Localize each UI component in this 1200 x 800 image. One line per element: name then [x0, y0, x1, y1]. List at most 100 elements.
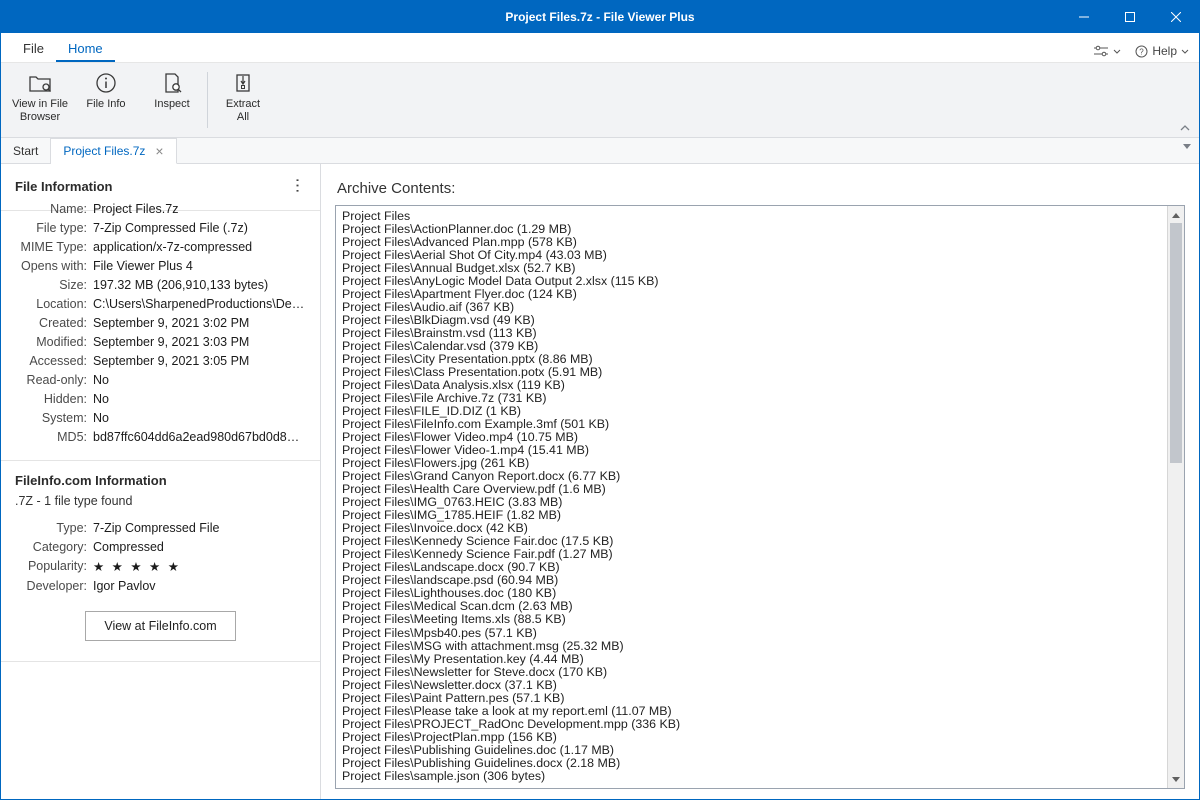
- view-in-file-browser-button[interactable]: View in File Browser: [7, 65, 73, 135]
- info-label: Created:: [15, 316, 93, 330]
- info-value: No: [93, 392, 306, 406]
- info-value: September 9, 2021 3:02 PM: [93, 316, 306, 330]
- file-information-rows: Name:Project Files.7z File type:7-Zip Com…: [1, 199, 320, 461]
- info-label: Opens with:: [15, 259, 93, 273]
- chevron-down-icon: [1113, 49, 1121, 54]
- info-value: File Viewer Plus 4: [93, 259, 306, 273]
- info-label: Developer:: [15, 579, 93, 593]
- info-row: MD5:bd87ffc604dd6a2ead980d67bd0d894b: [15, 427, 306, 446]
- menubar: File Home ? Help: [1, 33, 1199, 63]
- content-area: File Information ⋯ Name:Project Files.7z…: [1, 164, 1199, 799]
- archive-line: Project Files\ProjectPlan.mpp (156 KB): [342, 731, 1161, 744]
- info-row: Created:September 9, 2021 3:02 PM: [15, 313, 306, 332]
- settings-sliders-icon: [1093, 45, 1109, 57]
- info-value: September 9, 2021 3:05 PM: [93, 354, 306, 368]
- info-label: MIME Type:: [15, 240, 93, 254]
- file-info-button[interactable]: File Info: [73, 65, 139, 135]
- window-title: Project Files.7z - File Viewer Plus: [505, 10, 694, 24]
- info-value: application/x-7z-compressed: [93, 240, 306, 254]
- info-row: Developer:Igor Pavlov: [15, 576, 306, 595]
- svg-text:?: ?: [1140, 47, 1145, 56]
- ribbon-label: Inspect: [154, 98, 189, 111]
- info-row: Opens with:File Viewer Plus 4: [15, 256, 306, 275]
- scrollbar-down-button[interactable]: [1168, 771, 1184, 788]
- extract-all-button[interactable]: Extract All: [210, 65, 276, 135]
- caret-down-icon: [1183, 144, 1191, 150]
- info-label: Name:: [15, 202, 93, 216]
- info-value: No: [93, 411, 306, 425]
- info-value: September 9, 2021 3:03 PM: [93, 335, 306, 349]
- info-row: Size:197.32 MB (206,910,133 bytes): [15, 275, 306, 294]
- close-icon: [1171, 12, 1181, 22]
- inspect-button[interactable]: Inspect: [139, 65, 205, 135]
- fileinfo-com-rows: Type:7-Zip Compressed FileCategory:Compr…: [15, 518, 306, 595]
- maximize-button[interactable]: [1107, 1, 1153, 33]
- file-information-menu-button[interactable]: ⋯: [288, 178, 308, 195]
- info-value: 197.32 MB (206,910,133 bytes): [93, 278, 306, 292]
- scrollbar-up-button[interactable]: [1168, 206, 1184, 223]
- vertical-scrollbar[interactable]: [1167, 206, 1184, 788]
- info-row: Location:C:\Users\SharpenedProductions\D…: [15, 294, 306, 313]
- scrollbar-track[interactable]: [1168, 223, 1184, 771]
- chevron-down-icon: [1181, 49, 1189, 54]
- info-row: Modified:September 9, 2021 3:03 PM: [15, 332, 306, 351]
- help-icon: ?: [1135, 45, 1148, 58]
- folder-search-icon: [28, 71, 52, 95]
- info-value: ★ ★ ★ ★ ★: [93, 559, 306, 574]
- archive-line: Project Files\Newsletter for Steve.docx …: [342, 666, 1161, 679]
- info-label: MD5:: [15, 430, 93, 444]
- minimize-button[interactable]: [1061, 1, 1107, 33]
- info-label: Size:: [15, 278, 93, 292]
- info-row: Name:Project Files.7z: [15, 199, 306, 218]
- archive-line: Project Files\Mpsb40.pes (57.1 KB): [342, 627, 1161, 640]
- tab-start[interactable]: Start: [1, 138, 51, 163]
- caret-down-icon: [1172, 777, 1180, 783]
- tab-label: Start: [13, 144, 38, 158]
- tab-project-files-7z[interactable]: Project Files.7z ×: [51, 138, 176, 164]
- close-button[interactable]: [1153, 1, 1199, 33]
- archive-line: Project Files\MSG with attachment.msg (2…: [342, 640, 1161, 653]
- ribbon-collapse-button[interactable]: [1179, 123, 1191, 133]
- app-window: Project Files.7z - File Viewer Plus File…: [0, 0, 1200, 800]
- document-search-icon: [161, 71, 183, 95]
- view-at-fileinfo-button[interactable]: View at FileInfo.com: [85, 611, 235, 641]
- settings-button[interactable]: [1093, 45, 1121, 57]
- archive-line: Project Files\Publishing Guidelines.docx…: [342, 757, 1161, 770]
- ribbon-separator: [207, 72, 208, 128]
- titlebar: Project Files.7z - File Viewer Plus: [1, 1, 1199, 33]
- info-row: MIME Type:application/x-7z-compressed: [15, 237, 306, 256]
- info-value: Compressed: [93, 540, 306, 554]
- info-label: Location:: [15, 297, 93, 311]
- tabstrip-overflow-button[interactable]: [1183, 144, 1191, 150]
- file-information-title: File Information: [15, 179, 113, 194]
- ribbon: View in File Browser File Info Inspect E…: [1, 63, 1199, 138]
- menu-file[interactable]: File: [11, 35, 56, 62]
- info-label: System:: [15, 411, 93, 425]
- chevron-up-icon: [1179, 123, 1191, 133]
- archive-line: Project Files\sample.json (306 bytes): [342, 770, 1161, 783]
- info-row: Type:7-Zip Compressed File: [15, 518, 306, 537]
- info-label: Category:: [15, 540, 93, 554]
- menu-home[interactable]: Home: [56, 35, 115, 62]
- archive-line: Project Files\Paint Pattern.pes (57.1 KB…: [342, 692, 1161, 705]
- tab-close-button[interactable]: ×: [155, 144, 163, 158]
- info-row: Hidden:No: [15, 389, 306, 408]
- archive-contents-list: Project FilesProject Files\ActionPlanner…: [336, 206, 1167, 788]
- ribbon-label: View in File: [12, 98, 68, 111]
- info-value: Igor Pavlov: [93, 579, 306, 593]
- info-row: Category:Compressed: [15, 537, 306, 556]
- info-label: Type:: [15, 521, 93, 535]
- fileinfo-com-title: FileInfo.com Information: [15, 473, 306, 488]
- info-value: 7-Zip Compressed File (.7z): [93, 221, 306, 235]
- info-label: File type:: [15, 221, 93, 235]
- menubar-right: ? Help: [1093, 44, 1189, 62]
- info-label: Read-only:: [15, 373, 93, 387]
- scrollbar-thumb[interactable]: [1170, 223, 1182, 463]
- info-value: C:\Users\SharpenedProductions\Desktop\: [93, 297, 306, 311]
- archive-line: Project Files\My Presentation.key (4.44 …: [342, 653, 1161, 666]
- archive-line: Project Files\Meeting Items.xls (88.5 KB…: [342, 613, 1161, 626]
- info-label: Modified:: [15, 335, 93, 349]
- help-button[interactable]: ? Help: [1135, 44, 1189, 58]
- fileinfo-com-section: FileInfo.com Information .7Z - 1 file ty…: [1, 461, 320, 662]
- info-row: Popularity:★ ★ ★ ★ ★: [15, 556, 306, 576]
